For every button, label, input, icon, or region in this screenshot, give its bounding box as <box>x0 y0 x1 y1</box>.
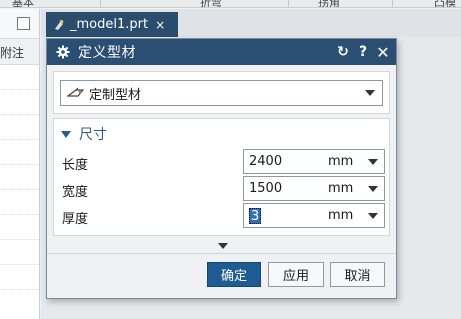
button-divider <box>47 253 396 254</box>
navigator-row[interactable] <box>0 115 39 140</box>
width-label: 宽度 <box>62 185 89 200</box>
width-input[interactable]: 1500 mm <box>243 176 385 201</box>
navigator-row[interactable] <box>0 240 39 265</box>
navigator-row[interactable] <box>0 65 39 90</box>
define-profile-dialog: 定义型材 ↻ ? ✕ 定制型材 尺寸 长度 2400 mm 宽度 1500 mm… <box>46 38 397 299</box>
notes-column-label: 附注 <box>0 46 25 60</box>
close-icon[interactable]: ✕ <box>373 42 393 62</box>
dialog-titlebar[interactable]: 定义型材 ↻ ? ✕ <box>47 39 396 65</box>
ribbon-separator <box>288 0 289 7</box>
profile-type-group: 定制型材 <box>53 71 390 114</box>
thickness-row: 厚度 3 mm <box>54 203 389 229</box>
width-unit: mm <box>328 181 354 196</box>
ribbon-group-basic[interactable]: 基本 <box>12 0 34 7</box>
document-tab-strip: _model1.prt × <box>41 9 461 37</box>
dialog-title: 定义型材 <box>78 45 136 61</box>
ribbon-group-bend[interactable]: 折弯 <box>200 0 222 7</box>
length-unit: mm <box>328 154 354 169</box>
collapse-triangle-icon[interactable] <box>61 130 71 138</box>
navigator-row[interactable] <box>0 190 39 215</box>
more-options-expander-icon[interactable] <box>218 243 228 249</box>
cancel-button[interactable]: 取消 <box>330 262 385 287</box>
profile-type-value: 定制型材 <box>89 87 142 103</box>
width-row: 宽度 1500 mm <box>54 176 389 202</box>
document-tab[interactable]: _model1.prt × <box>46 12 178 37</box>
gear-icon <box>55 44 71 60</box>
length-input[interactable]: 2400 mm <box>243 149 385 174</box>
ribbon-separator <box>100 0 101 7</box>
custom-profile-icon <box>67 86 85 100</box>
apply-button[interactable]: 应用 <box>268 262 324 287</box>
navigator-row[interactable] <box>0 90 39 115</box>
close-icon[interactable]: × <box>155 18 165 32</box>
navigator-row[interactable] <box>0 265 39 290</box>
length-row: 长度 2400 mm <box>54 149 389 175</box>
navigator-checkbox[interactable] <box>17 17 30 30</box>
ribbon-group-punch[interactable]: 凸模 <box>434 0 456 7</box>
chevron-down-icon[interactable] <box>365 90 375 96</box>
navigator-column-header: 附注 <box>0 39 39 65</box>
navigator-panel: 附注 <box>0 9 40 319</box>
dimensions-section-toggle[interactable]: 尺寸 <box>61 124 107 144</box>
part-file-icon <box>53 19 65 31</box>
document-tab-title: _model1.prt <box>70 17 149 32</box>
ribbon-group-corner[interactable]: 拐角 <box>318 0 340 7</box>
navigator-row[interactable] <box>0 140 39 165</box>
navigator-row[interactable] <box>0 215 39 240</box>
navigator-row[interactable] <box>0 165 39 190</box>
help-icon[interactable]: ? <box>353 42 373 62</box>
ribbon-separator <box>392 0 393 7</box>
chevron-down-icon[interactable] <box>368 159 378 165</box>
dimensions-header-label: 尺寸 <box>79 127 107 143</box>
thickness-value[interactable]: 3 <box>249 208 262 224</box>
reset-icon[interactable]: ↻ <box>333 42 353 62</box>
thickness-label: 厚度 <box>62 212 89 227</box>
length-value[interactable]: 2400 <box>249 154 282 170</box>
chevron-down-icon[interactable] <box>368 186 378 192</box>
dimensions-group: 尺寸 长度 2400 mm 宽度 1500 mm 厚度 3 mm <box>53 118 390 236</box>
ok-button[interactable]: 确定 <box>207 262 261 287</box>
chevron-down-icon[interactable] <box>368 213 378 219</box>
profile-type-dropdown[interactable]: 定制型材 <box>60 80 383 106</box>
thickness-unit: mm <box>328 208 354 223</box>
ribbon-bar: 基本 折弯 拐角 凸模 <box>0 0 461 8</box>
length-label: 长度 <box>62 158 89 173</box>
thickness-input[interactable]: 3 mm <box>243 203 385 228</box>
width-value[interactable]: 1500 <box>249 181 282 197</box>
